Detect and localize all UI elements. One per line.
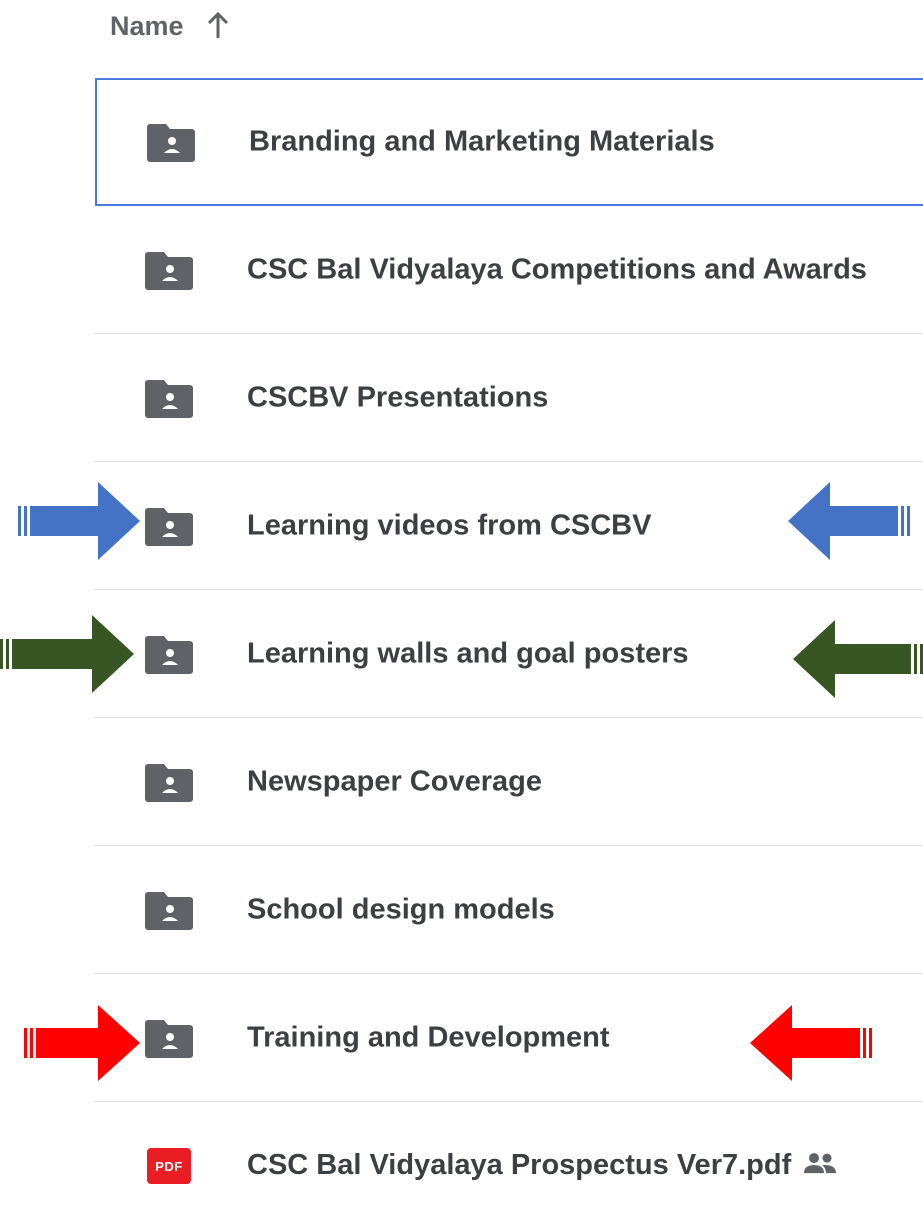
file-row-prospectus-pdf[interactable]: PDF CSC Bal Vidyalaya Prospectus Ver7.pd… bbox=[95, 1102, 923, 1230]
blue-arrow-right-left-side bbox=[18, 482, 140, 560]
shared-folder-icon bbox=[144, 505, 194, 547]
file-row-competitions[interactable]: CSC Bal Vidyalaya Competitions and Award… bbox=[95, 206, 923, 334]
name-column-label: Name bbox=[110, 10, 184, 41]
file-row-school-design[interactable]: School design models bbox=[95, 846, 923, 974]
file-name: Learning videos from CSCBV bbox=[247, 509, 652, 541]
shared-folder-icon bbox=[144, 377, 194, 419]
file-name-with-shared: CSC Bal Vidyalaya Prospectus Ver7.pdf bbox=[247, 1149, 837, 1183]
file-name: Newspaper Coverage bbox=[247, 765, 542, 797]
file-name: CSCBV Presentations bbox=[247, 381, 549, 413]
name-column-header[interactable]: Name bbox=[110, 6, 230, 46]
green-arrow-left-right-side bbox=[793, 620, 923, 698]
arrow-up-icon[interactable] bbox=[206, 12, 230, 40]
shared-folder-icon bbox=[144, 1017, 194, 1059]
file-row-branding[interactable]: Branding and Marketing Materials bbox=[95, 78, 923, 206]
shared-folder-icon bbox=[144, 761, 194, 803]
shared-folder-icon bbox=[144, 889, 194, 931]
file-name: CSC Bal Vidyalaya Prospectus Ver7.pdf bbox=[247, 1149, 792, 1182]
file-row-newspaper[interactable]: Newspaper Coverage bbox=[95, 718, 923, 846]
pdf-icon: PDF bbox=[144, 1145, 194, 1187]
shared-folder-icon bbox=[144, 633, 194, 675]
file-name: Learning walls and goal posters bbox=[247, 637, 689, 669]
shared-folder-icon bbox=[146, 121, 196, 163]
pdf-badge: PDF bbox=[147, 1148, 191, 1184]
red-arrow-right-left-side bbox=[24, 1005, 140, 1081]
blue-arrow-left-right-side bbox=[788, 482, 910, 560]
file-name: Branding and Marketing Materials bbox=[249, 125, 715, 158]
green-arrow-right-left-side bbox=[0, 615, 134, 693]
file-name: CSC Bal Vidyalaya Competitions and Award… bbox=[247, 253, 867, 285]
red-arrow-left-right-side bbox=[750, 1005, 872, 1081]
file-name: School design models bbox=[247, 893, 555, 925]
file-name: Training and Development bbox=[247, 1021, 610, 1053]
file-row-presentations[interactable]: CSCBV Presentations bbox=[95, 334, 923, 462]
people-icon bbox=[803, 1150, 837, 1183]
shared-folder-icon bbox=[144, 249, 194, 291]
